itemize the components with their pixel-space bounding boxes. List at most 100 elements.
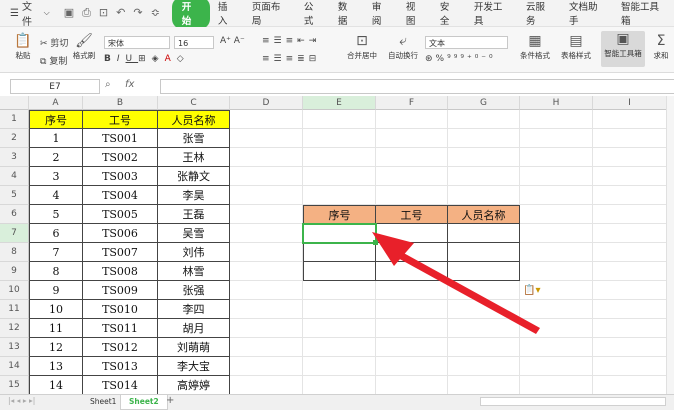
cell[interactable]	[448, 186, 520, 205]
format-painter-button[interactable]: 🖌 格式刷	[70, 33, 98, 61]
tab-developer[interactable]: 开发工具	[466, 0, 518, 27]
zoom-icon[interactable]: ⌕	[105, 79, 111, 90]
align-top-icon[interactable]: ≡	[262, 36, 274, 46]
row-header[interactable]: 11	[0, 300, 29, 319]
row-header[interactable]: 4	[0, 167, 29, 186]
conditional-format-button[interactable]: ▦ 条件格式	[516, 33, 554, 61]
cell[interactable]	[376, 281, 448, 300]
cell[interactable]	[448, 319, 520, 338]
table-cell[interactable]: TS001	[83, 129, 158, 148]
table-cell[interactable]: 13	[29, 357, 83, 376]
lookup-cell[interactable]	[303, 262, 376, 281]
row-header[interactable]: 6	[0, 205, 29, 224]
table-header-cell[interactable]: 工号	[83, 110, 158, 129]
column-header-a[interactable]: A	[29, 96, 83, 110]
justify-icon[interactable]: ≣	[297, 54, 309, 64]
table-cell[interactable]: TS011	[83, 319, 158, 338]
cell[interactable]	[303, 300, 376, 319]
row-header[interactable]: 2	[0, 129, 29, 148]
cell[interactable]	[520, 167, 593, 186]
cell[interactable]	[593, 148, 667, 167]
column-header-b[interactable]: B	[83, 96, 158, 110]
fx-icon[interactable]: fx	[125, 79, 134, 90]
currency-icon[interactable]: ⊛	[425, 54, 436, 64]
tab-data[interactable]: 数据	[330, 0, 364, 27]
cell[interactable]	[448, 376, 520, 394]
cell[interactable]	[448, 129, 520, 148]
cut-button[interactable]: ✂ 剪切	[40, 36, 68, 49]
cell[interactable]	[593, 319, 667, 338]
fill-handle[interactable]	[373, 240, 378, 245]
auto-wrap-button[interactable]: ⤶ 自动换行	[385, 33, 421, 61]
column-header-d[interactable]: D	[230, 96, 303, 110]
table-cell[interactable]: TS009	[83, 281, 158, 300]
cell[interactable]	[303, 357, 376, 376]
cell[interactable]	[593, 205, 667, 224]
undo-icon[interactable]: ↶	[116, 6, 125, 20]
percent-icon[interactable]: %	[436, 54, 448, 64]
cell[interactable]	[376, 300, 448, 319]
lookup-header-cell[interactable]: 人员名称	[448, 205, 520, 224]
table-cell[interactable]: 张静文	[158, 167, 230, 186]
cell[interactable]	[376, 338, 448, 357]
table-cell[interactable]: 12	[29, 338, 83, 357]
table-cell[interactable]: 胡月	[158, 319, 230, 338]
cell[interactable]	[448, 300, 520, 319]
cell[interactable]	[520, 357, 593, 376]
cell[interactable]	[376, 357, 448, 376]
cell[interactable]	[593, 281, 667, 300]
tab-page-layout[interactable]: 页面布局	[244, 0, 296, 27]
cell[interactable]	[230, 224, 303, 243]
cell[interactable]	[230, 243, 303, 262]
lookup-header-cell[interactable]: 序号	[303, 205, 376, 224]
sheet-tab-sheet2[interactable]: Sheet2	[120, 395, 168, 410]
underline-icon[interactable]: U	[126, 54, 139, 64]
align-left-icon[interactable]: ≡	[262, 54, 274, 64]
table-cell[interactable]: TS010	[83, 300, 158, 319]
cell[interactable]	[376, 167, 448, 186]
cell[interactable]	[593, 167, 667, 186]
cell[interactable]	[303, 129, 376, 148]
cell[interactable]	[230, 186, 303, 205]
font-color-icon[interactable]: A	[165, 54, 177, 64]
file-menu[interactable]: ☰ 文件 ⌵	[0, 0, 50, 28]
paste-button[interactable]: 📋 粘贴	[10, 33, 36, 61]
align-middle-icon[interactable]: ☰	[274, 36, 286, 46]
italic-icon[interactable]: I	[117, 54, 126, 64]
add-sheet-icon[interactable]: +	[166, 395, 174, 406]
table-cell[interactable]: 林雪	[158, 262, 230, 281]
table-cell[interactable]: 李四	[158, 300, 230, 319]
cell[interactable]	[520, 243, 593, 262]
bold-icon[interactable]: B	[104, 54, 117, 64]
cell[interactable]	[303, 319, 376, 338]
table-header-cell[interactable]: 序号	[29, 110, 83, 129]
paste-options-icon[interactable]: 📋▾	[523, 285, 540, 296]
table-cell[interactable]: 6	[29, 224, 83, 243]
save-icon[interactable]: ▣	[64, 6, 74, 20]
more-icon[interactable]: ≎	[151, 6, 160, 20]
table-cell[interactable]: TS007	[83, 243, 158, 262]
tab-home[interactable]: 开始	[171, 0, 210, 29]
table-cell[interactable]: 刘萌萌	[158, 338, 230, 357]
table-cell[interactable]: 11	[29, 319, 83, 338]
print-icon[interactable]: ⎙	[82, 6, 91, 20]
table-cell[interactable]: 王磊	[158, 205, 230, 224]
column-header-h[interactable]: H	[520, 96, 593, 110]
increase-decimal-icon[interactable]: ⁺⁰	[467, 54, 481, 64]
cell[interactable]	[303, 376, 376, 394]
vertical-scrollbar[interactable]	[666, 96, 674, 394]
name-box[interactable]: E7	[10, 79, 100, 94]
decrease-decimal-icon[interactable]: ⁻⁰	[481, 54, 495, 64]
cell[interactable]	[593, 110, 667, 129]
table-cell[interactable]: 8	[29, 262, 83, 281]
cell[interactable]	[376, 376, 448, 394]
cell[interactable]	[376, 148, 448, 167]
font-size-adjust[interactable]: A⁺ A⁻	[220, 36, 245, 46]
table-cell[interactable]: TS002	[83, 148, 158, 167]
select-all-corner[interactable]	[0, 96, 29, 110]
tab-insert[interactable]: 插入	[210, 0, 244, 27]
distributed-icon[interactable]: ⊟	[309, 54, 321, 64]
cell[interactable]	[448, 148, 520, 167]
cell[interactable]	[593, 186, 667, 205]
cell[interactable]	[593, 129, 667, 148]
